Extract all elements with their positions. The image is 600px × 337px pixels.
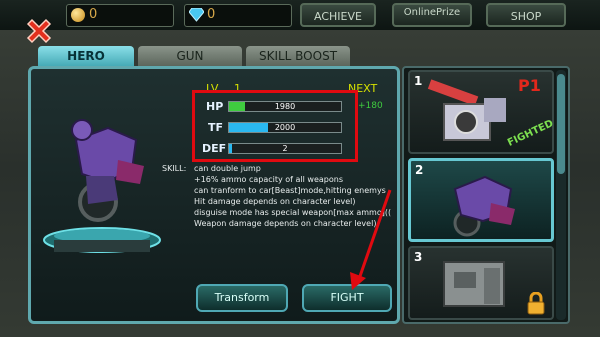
tab-gun[interactable]: GUN bbox=[138, 46, 242, 66]
hp-label: HP bbox=[206, 100, 224, 113]
skill-item: can double jump bbox=[194, 164, 261, 173]
roster-card-1[interactable]: 1 P1 FIGHTED bbox=[408, 70, 555, 154]
hp-value: 1980 bbox=[274, 102, 296, 111]
roster-card-3[interactable]: 3 bbox=[408, 246, 554, 320]
gold-coin-icon bbox=[71, 8, 85, 22]
pointer-arrow bbox=[350, 189, 392, 290]
hero-1-robot-image bbox=[427, 79, 506, 141]
def-label: DEF bbox=[202, 142, 227, 155]
online-prize-button[interactable]: OnlinePrize bbox=[392, 3, 472, 27]
card-number: 2 bbox=[415, 163, 424, 177]
def-bar: 2 bbox=[228, 143, 342, 154]
next-gain: +180 bbox=[358, 101, 383, 111]
hero-2-robot-image bbox=[453, 175, 515, 237]
shop-button[interactable]: SHOP bbox=[486, 3, 566, 27]
tf-label: TF bbox=[208, 121, 224, 134]
scrollbar-thumb[interactable] bbox=[557, 74, 565, 174]
gem-counter: 0 bbox=[184, 4, 292, 27]
card-number: 1 bbox=[414, 74, 423, 88]
roster-card-2[interactable]: 2 bbox=[408, 158, 554, 242]
gold-value: 0 bbox=[89, 7, 98, 22]
lock-icon bbox=[527, 292, 545, 315]
diamond-icon bbox=[189, 8, 204, 22]
gem-value: 0 bbox=[207, 7, 216, 22]
tf-value: 2000 bbox=[274, 123, 296, 132]
tf-bar: 2000 bbox=[228, 122, 342, 133]
player-badge: P1 bbox=[518, 76, 541, 95]
hero-3-robot-image bbox=[443, 261, 505, 307]
def-value: 2 bbox=[282, 144, 288, 153]
close-icon[interactable] bbox=[24, 16, 54, 46]
skill-label: SKILL: bbox=[162, 164, 187, 173]
skill-item: +16% ammo capacity of all weapons bbox=[194, 175, 343, 184]
gold-counter: 0 bbox=[66, 4, 174, 27]
hero-robot-image bbox=[43, 119, 161, 253]
tab-skill-boost[interactable]: SKILL BOOST bbox=[246, 46, 350, 66]
roster-scrollbar[interactable] bbox=[556, 70, 566, 320]
achieve-button[interactable]: ACHIEVE bbox=[300, 3, 376, 27]
card-number: 3 bbox=[414, 250, 423, 264]
hp-bar: 1980 bbox=[228, 101, 342, 112]
transform-button[interactable]: Transform bbox=[196, 284, 288, 312]
tab-hero[interactable]: HERO bbox=[38, 46, 134, 66]
